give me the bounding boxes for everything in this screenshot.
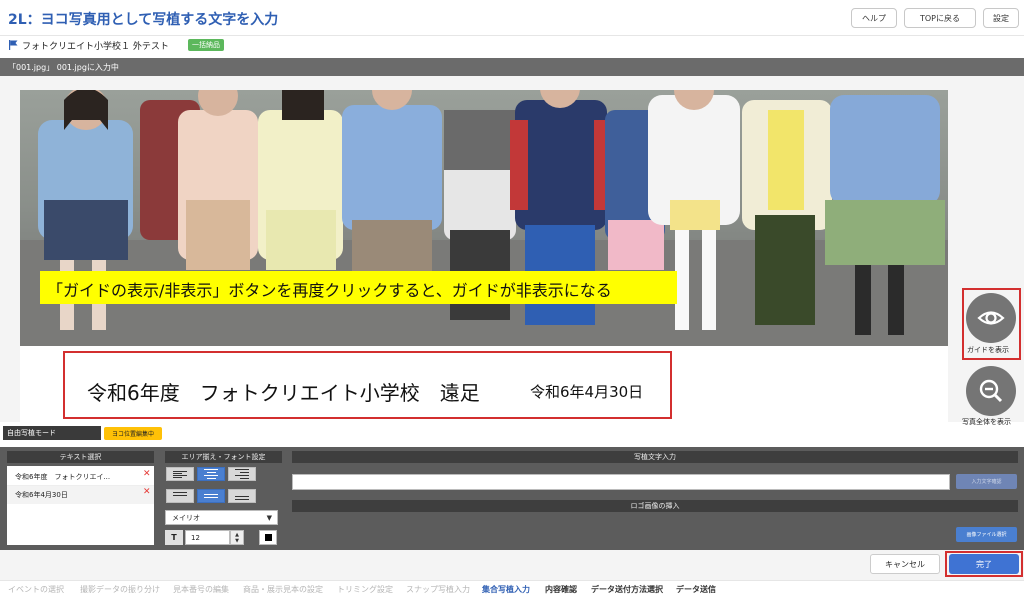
back-to-top-button[interactable]: TOPに戻る bbox=[904, 8, 976, 28]
chevron-down-icon: ▼ bbox=[266, 514, 272, 522]
step-item[interactable]: 見本番号の編集 bbox=[173, 584, 229, 595]
align-top-button[interactable] bbox=[166, 489, 194, 503]
logo-insert-header: ロゴ画像の挿入 bbox=[292, 500, 1018, 512]
font-size-input[interactable]: 12 bbox=[185, 530, 230, 545]
align-right-button[interactable] bbox=[228, 467, 256, 481]
align-center-button[interactable] bbox=[197, 467, 225, 481]
step-item[interactable]: トリミング設定 bbox=[337, 584, 393, 595]
photo-illustration bbox=[20, 90, 948, 346]
delete-icon[interactable]: ✕ bbox=[143, 487, 151, 497]
step-item[interactable]: 撮影データの振り分け bbox=[80, 584, 160, 595]
delete-icon[interactable]: ✕ bbox=[143, 469, 151, 479]
settings-button[interactable]: 設定 bbox=[983, 8, 1019, 28]
mode-label: 自由写植モード bbox=[3, 426, 101, 440]
area-font-header: エリア揃え・フォント設定 bbox=[165, 451, 282, 463]
font-size-icon: T bbox=[165, 530, 183, 545]
align-middle-button[interactable] bbox=[197, 489, 225, 503]
font-select[interactable]: メイリオ ▼ bbox=[165, 510, 278, 525]
help-button[interactable]: ヘルプ bbox=[851, 8, 897, 28]
zoom-out-icon bbox=[979, 379, 1003, 403]
typeset-line-2[interactable]: 令和6年4月30日 bbox=[530, 381, 643, 402]
delivery-badge: 一括納品 bbox=[188, 39, 224, 51]
step-item[interactable]: スナップ写植入力 bbox=[406, 584, 470, 595]
step-item[interactable]: イベントの選択 bbox=[8, 584, 64, 595]
text-select-header: テキスト選択 bbox=[7, 451, 154, 463]
guide-text: 「ガイドの表示/非表示」ボタンを再度クリックすると、ガイドが非表示になる bbox=[47, 281, 612, 300]
eye-icon bbox=[977, 311, 1005, 325]
fit-photo-button[interactable] bbox=[966, 366, 1016, 416]
font-select-value: メイリオ bbox=[172, 513, 200, 522]
font-size-stepper[interactable]: ▲ ▼ bbox=[230, 530, 244, 545]
flag-icon bbox=[9, 40, 18, 50]
confirm-input-button[interactable]: 入力文字確認 bbox=[956, 474, 1017, 489]
file-status-bar: 「001.jpg」 001.jpgに入力中 bbox=[0, 58, 1024, 76]
show-guide-button[interactable] bbox=[966, 293, 1016, 343]
cancel-button[interactable]: キャンセル bbox=[870, 554, 940, 574]
text-color-button[interactable] bbox=[259, 530, 277, 545]
step-item-current[interactable]: 集合写植入力 bbox=[482, 584, 530, 595]
align-bottom-button[interactable] bbox=[228, 489, 256, 503]
typeset-text-input[interactable] bbox=[292, 474, 950, 490]
step-item[interactable]: 商品・展示見本の設定 bbox=[243, 584, 323, 595]
step-item: 内容確認 bbox=[545, 585, 577, 594]
select-image-button[interactable]: 画像ファイル選択 bbox=[956, 527, 1017, 542]
text-input-header: 写植文字入力 bbox=[292, 451, 1018, 463]
step-item: データ送付方法選択 bbox=[591, 585, 663, 594]
text-list-item[interactable]: 令和6年度 フォトクリエイ... bbox=[7, 468, 154, 486]
show-guide-label[interactable]: ガイドを表示 bbox=[967, 345, 1009, 355]
project-name: フォトクリエイト小学校１ 外テスト bbox=[22, 42, 169, 52]
highlight-frame bbox=[945, 551, 1023, 577]
group-photo[interactable] bbox=[20, 90, 948, 346]
align-left-button[interactable] bbox=[166, 467, 194, 481]
page-title: 2L：ヨコ写真用として写植する文字を入力 bbox=[8, 12, 279, 28]
typeset-line-1[interactable]: 令和6年度 フォトクリエイト小学校 遠足 bbox=[87, 377, 480, 406]
step-item: データ送信 bbox=[676, 585, 716, 594]
color-swatch bbox=[264, 534, 272, 541]
mode-badge: ヨコ位置編集中 bbox=[104, 427, 163, 440]
text-list-item[interactable]: 令和6年4月30日 bbox=[7, 486, 154, 504]
